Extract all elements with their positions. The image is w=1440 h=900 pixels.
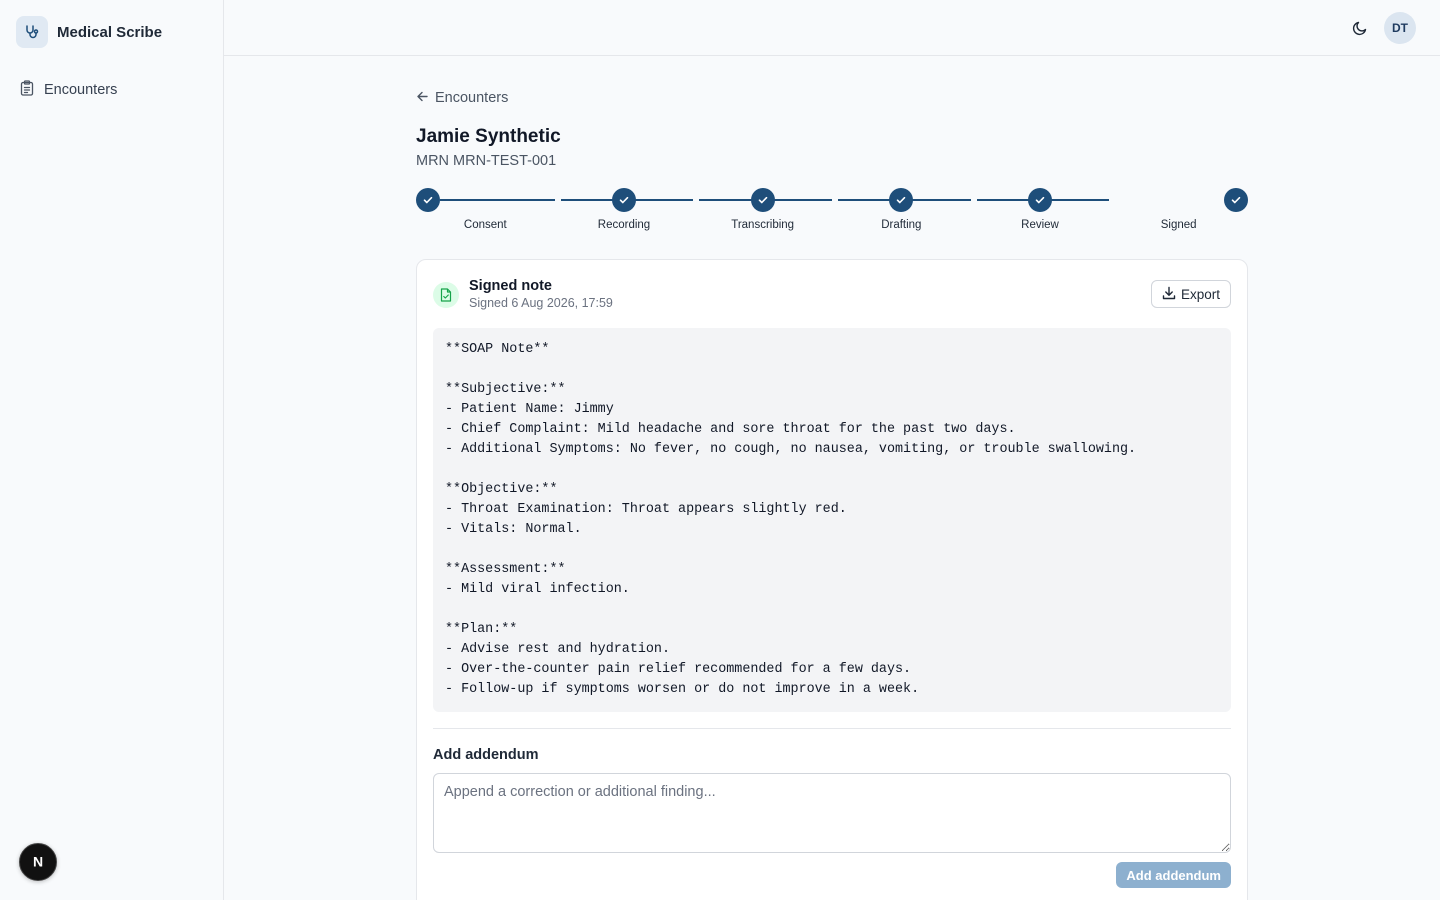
document-icon — [433, 281, 459, 308]
stethoscope-icon — [16, 16, 48, 48]
n-logo-icon: N — [33, 854, 43, 870]
export-button[interactable]: Export — [1150, 280, 1231, 308]
workflow-stepper: Consent Recording Transcribing Drafting Revi… — [416, 188, 1248, 238]
n-badge-text: N — [33, 854, 43, 870]
step-consent-check-icon — [416, 188, 440, 212]
back-link-label: Encounters — [435, 90, 509, 106]
stepper-connector — [440, 199, 555, 201]
addendum-input[interactable] — [433, 773, 1231, 853]
back-link[interactable]: Encounters — [416, 88, 508, 108]
card-header: Signed note Signed 6 Aug 2026, 17:59 — [433, 278, 613, 311]
avatar[interactable]: DT — [1384, 12, 1416, 44]
step-drafting-check-icon — [889, 188, 914, 212]
soap-note-text: **SOAP Note** **Subjective:** - Patient … — [445, 342, 1137, 697]
app-name: Medical Scribe — [57, 23, 163, 41]
card-title: Signed note — [469, 278, 552, 294]
step-label: Review — [1021, 219, 1059, 231]
sidebar-item-label: Encounters — [44, 82, 118, 98]
step-label: Transcribing — [731, 219, 795, 231]
topbar: DT — [224, 0, 1440, 56]
patient-mrn: MRN MRN-TEST-001 — [416, 153, 557, 169]
addendum-label: Add addendum — [433, 747, 539, 763]
export-label: Export — [1180, 286, 1220, 302]
add-addendum-button[interactable]: Add addendum — [1116, 862, 1231, 888]
step-review-check-icon — [1028, 188, 1052, 212]
sidebar-item-encounters[interactable]: Encounters — [12, 78, 212, 102]
brand[interactable]: Medical Scribe — [16, 16, 162, 48]
arrow-left-icon — [416, 90, 429, 107]
patient-name: Jamie Synthetic — [416, 126, 561, 147]
soap-note-body: **SOAP Note** **Subjective:** - Patient … — [433, 328, 1231, 712]
divider — [433, 728, 1231, 729]
step-label: Signed — [1160, 219, 1197, 231]
step-recording-check-icon — [612, 188, 636, 212]
download-icon — [1162, 286, 1176, 303]
step-label: Recording — [597, 219, 651, 231]
step-label: Drafting — [881, 219, 922, 231]
signed-timestamp: Signed 6 Aug 2026, 17:59 — [469, 296, 613, 310]
dev-tools-button[interactable]: N — [19, 843, 57, 881]
step-transcribing-check-icon — [750, 188, 775, 212]
sidebar: Medical Scribe Encounters N — [0, 0, 224, 900]
clipboard-icon — [20, 80, 34, 100]
step-label: Consent — [463, 219, 507, 231]
step-signed-check-icon — [1224, 188, 1248, 212]
signed-note-card: Signed note Signed 6 Aug 2026, 17:59 Exp… — [416, 259, 1248, 900]
moon-icon[interactable] — [1348, 16, 1372, 40]
